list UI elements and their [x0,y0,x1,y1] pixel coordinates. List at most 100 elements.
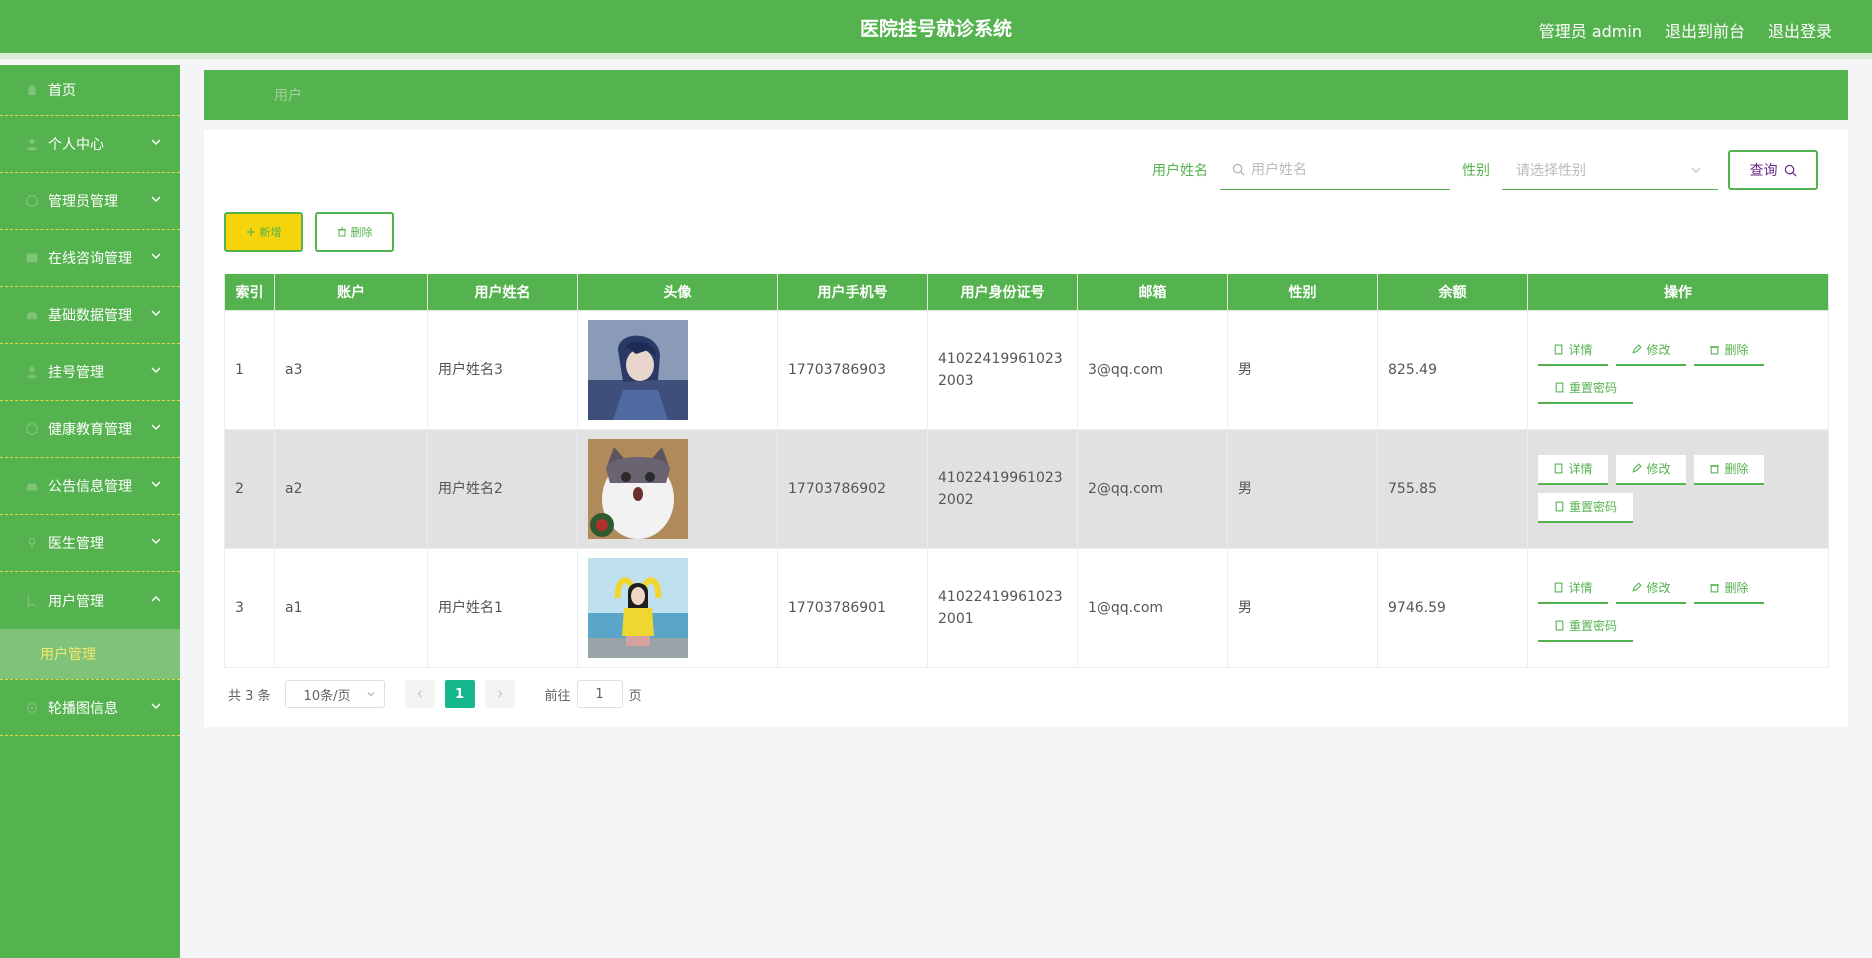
name-search-input[interactable] [1251,161,1441,178]
chevron-down-icon [151,424,161,430]
table-header-row: 索引 账户 用户姓名 头像 用户手机号 用户身份证号 邮箱 性别 余额 操作 [224,274,1829,311]
detail-button[interactable]: 详情 [1538,454,1608,485]
current-user[interactable]: 管理员 admin [1539,18,1642,42]
cell-email: 3@qq.com [1077,309,1228,430]
detail-label: 详情 [1568,342,1593,357]
sidebar-item-personal[interactable]: 个人中心 [0,116,180,173]
chevron-down-icon [367,692,374,697]
document-icon [1555,344,1563,355]
avatar[interactable] [588,319,688,420]
reset-password-button[interactable]: 重置密码 [1538,611,1633,642]
delete-button[interactable]: 删除 [1694,335,1764,366]
sidebar-item-user-mgmt[interactable]: 用户管理 [0,572,180,629]
document-icon [1555,501,1564,512]
circle-icon [24,421,40,437]
content-panel: 用户姓名 性别 请选择性别 查询 新增 删除 索引 账户 用户姓名 [204,130,1848,727]
cell-balance: 9746.59 [1377,547,1528,668]
edit-button[interactable]: 修改 [1616,573,1686,604]
reset-password-button[interactable]: 重置密码 [1538,492,1633,523]
search-bar: 用户姓名 性别 请选择性别 查询 [1152,150,1818,190]
sidebar-item-basic-data[interactable]: 基础数据管理 [0,287,180,344]
reset-password-button[interactable]: 重置密码 [1538,373,1633,404]
col-header-avatar: 头像 [577,274,778,311]
sidebar-item-home[interactable]: 首页 [0,65,180,116]
page-size-value: 10条/页 [303,688,351,704]
name-search-field[interactable] [1220,150,1450,190]
sidebar-item-label: 管理员管理 [48,194,118,210]
delete-button[interactable]: 删除 [1694,454,1764,485]
sidebar-item-label: 公告信息管理 [48,479,132,495]
cell-phone: 17703786901 [777,547,928,668]
top-header: 医院挂号就诊系统 管理员 admin 退出到前台 退出登录 [0,0,1872,59]
trash-icon [1710,346,1720,355]
detail-button[interactable]: 详情 [1538,573,1608,604]
row-actions: 详情 修改 删除 重置密码 [1538,573,1778,642]
col-header-index: 索引 [224,274,275,311]
next-page-button[interactable] [484,680,515,708]
sidebar-item-health-edu[interactable]: 健康教育管理 [0,401,180,458]
goto-page-input[interactable] [576,680,623,708]
submenu-item-user-mgmt[interactable]: 用户管理 [0,629,180,679]
bookmark-icon [24,593,40,609]
avatar[interactable] [588,557,688,658]
gender-select-placeholder: 请选择性别 [1516,162,1586,179]
batch-delete-button[interactable]: 删除 [315,212,394,252]
detail-label: 详情 [1568,580,1593,595]
pin-icon [24,535,40,551]
table-row[interactable]: 2 a2 用户姓名2 17703786902 41022419961023200… [224,428,1829,549]
sidebar-item-admin[interactable]: 管理员管理 [0,173,180,230]
detail-button[interactable]: 详情 [1538,335,1608,366]
sidebar-item-consult[interactable]: 在线咨询管理 [0,230,180,287]
table-row[interactable]: 3 a1 用户姓名1 17703786901 41022419961023200… [224,547,1829,668]
cell-gender: 男 [1227,547,1378,668]
chevron-down-icon [1691,167,1701,173]
sidebar-item-label: 医生管理 [48,536,104,552]
col-header-balance: 余额 [1377,274,1528,311]
goto-page: 前往 页 [545,680,642,708]
query-button[interactable]: 查询 [1728,150,1818,190]
col-header-name: 用户姓名 [427,274,578,311]
cell-actions: 详情 修改 删除 重置密码 [1527,547,1829,668]
cell-avatar [577,428,778,549]
prev-page-button[interactable] [404,680,435,708]
reset-password-label: 重置密码 [1568,380,1617,395]
sidebar-item-label: 在线咨询管理 [48,251,132,267]
delete-button[interactable]: 删除 [1694,573,1764,604]
document-icon [1555,582,1563,593]
detail-label: 详情 [1568,461,1593,476]
document-icon [1555,382,1564,393]
logout-link[interactable]: 退出登录 [1768,18,1832,42]
add-button-label: 新增 [259,226,282,239]
sidebar-item-registration[interactable]: 挂号管理 [0,344,180,401]
to-front-link[interactable]: 退出到前台 [1665,18,1745,42]
cell-balance: 755.85 [1377,428,1528,549]
edit-button[interactable]: 修改 [1616,454,1686,485]
sidebar-item-carousel[interactable]: 轮播图信息 [0,679,180,736]
add-button[interactable]: 新增 [224,212,303,252]
cell-phone: 17703786903 [777,309,928,430]
cell-actions: 详情 修改 删除 重置密码 [1527,428,1829,549]
header-actions: 管理员 admin 退出到前台 退出登录 [1539,0,1832,59]
sidebar-item-label: 挂号管理 [48,365,104,381]
sidebar-item-notice[interactable]: 公告信息管理 [0,458,180,515]
sidebar-item-doctor[interactable]: 医生管理 [0,515,180,572]
edit-label: 修改 [1646,461,1671,476]
breadcrumb: 用户 [204,70,1848,120]
reset-password-label: 重置密码 [1568,618,1617,633]
home-icon [24,82,40,98]
trash-icon [1710,465,1720,474]
edit-icon [1632,463,1643,473]
avatar[interactable] [588,438,688,539]
row-actions: 详情 修改 删除 重置密码 [1538,454,1778,523]
gender-select[interactable]: 请选择性别 [1502,150,1718,190]
col-header-phone: 用户手机号 [777,274,928,311]
chevron-up-icon [151,595,161,601]
trash-icon [337,227,346,237]
page-size-select[interactable]: 10条/页 [284,680,385,708]
trash-icon [1710,584,1720,593]
delete-label: 删除 [1724,461,1749,476]
table-row[interactable]: 1 a3 用户姓名3 17703786903 41022419961023200… [224,309,1829,430]
edit-button[interactable]: 修改 [1616,335,1686,366]
page-number[interactable]: 1 [444,680,475,708]
cell-avatar [577,309,778,430]
